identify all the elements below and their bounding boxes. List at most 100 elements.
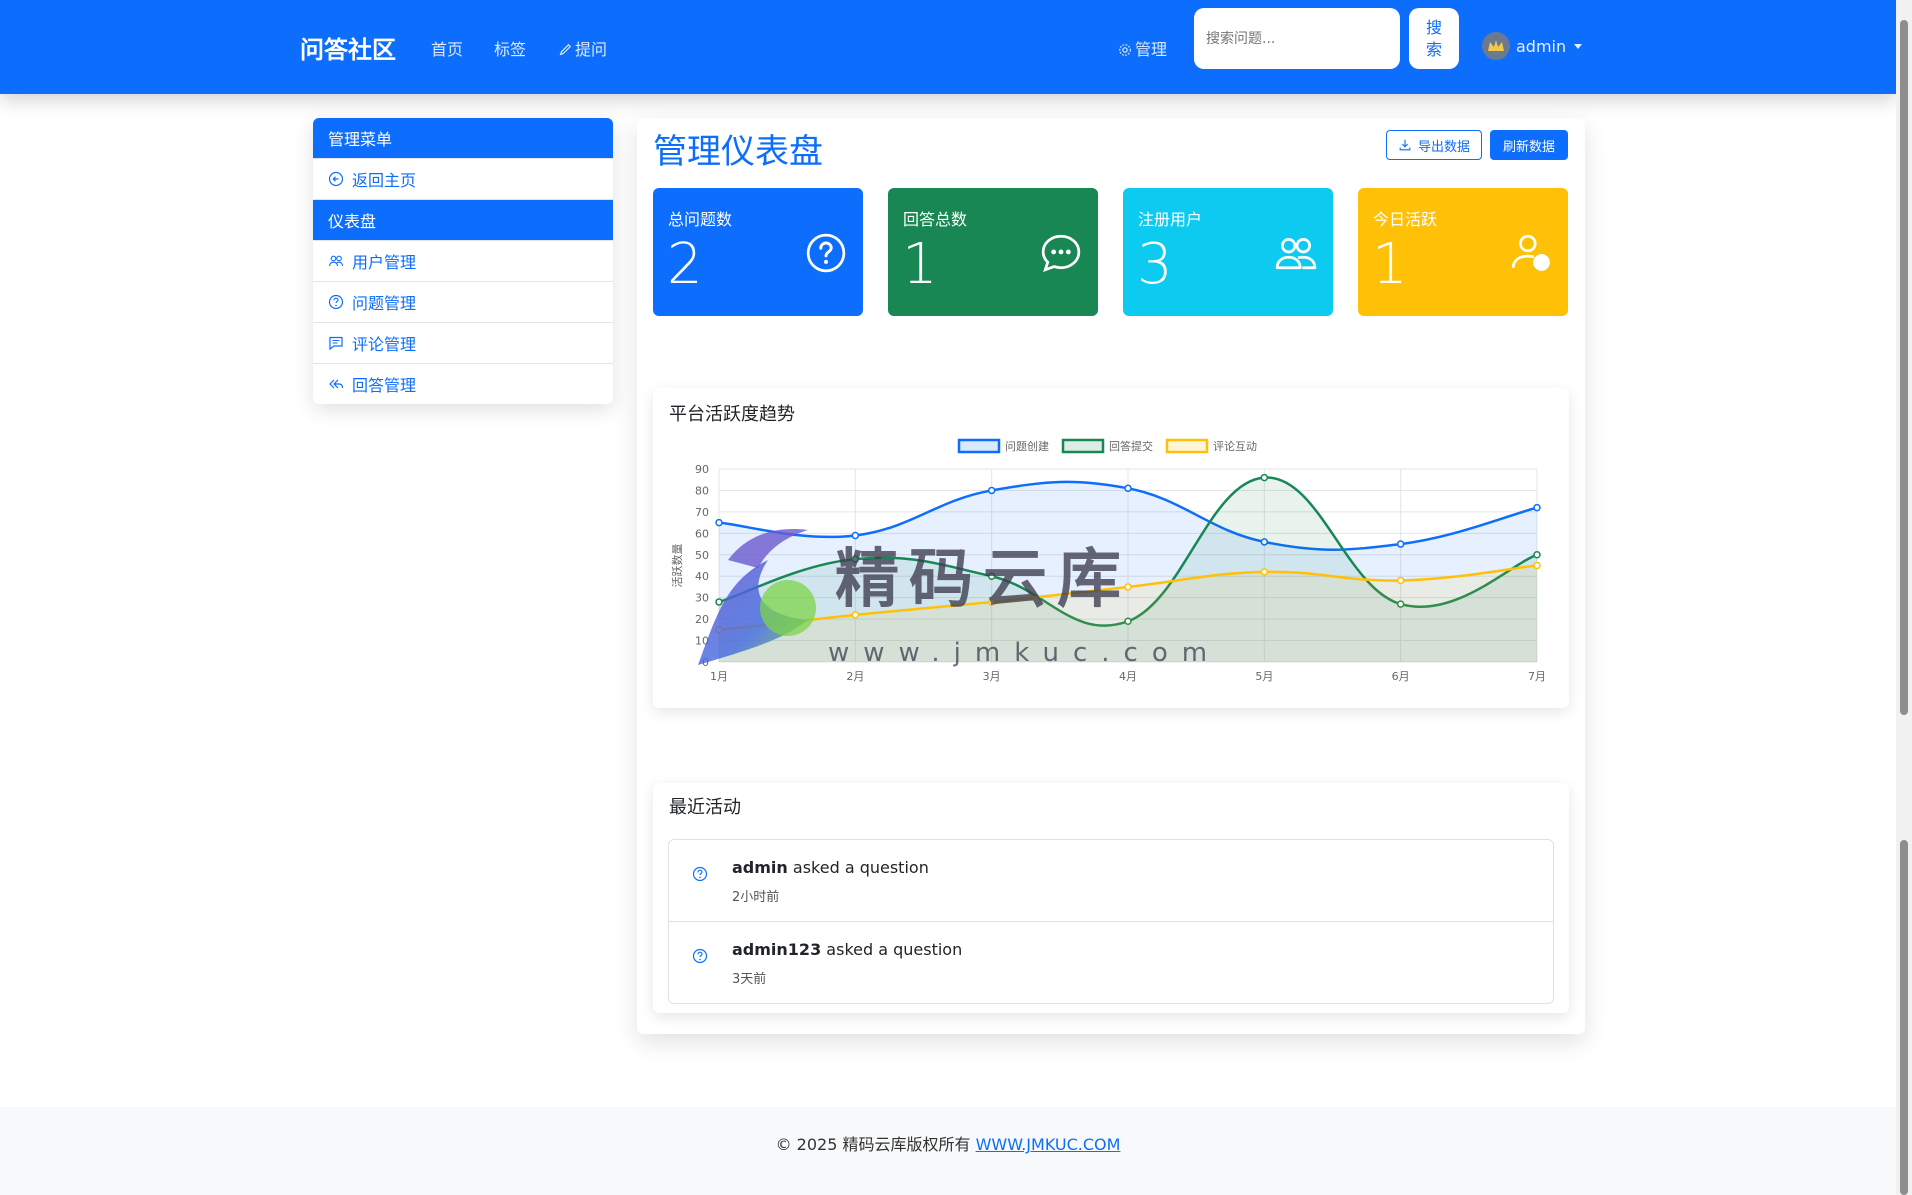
data-point (715, 598, 723, 606)
activity-text: admin asked a question (732, 858, 929, 877)
nav-tags[interactable]: 标签 (494, 36, 526, 60)
y-tick-label: 70 (695, 506, 709, 519)
legend-swatch (957, 438, 1001, 454)
legend-swatch (1061, 438, 1105, 454)
sidebar: 管理菜单 返回主页 仪表盘 用户管理 问题管理 评论管理 回答管理 (313, 118, 613, 404)
footer-copyright: © 2025 精码云库版权所有 (775, 1135, 971, 1154)
export-data-label: 导出数据 (1417, 139, 1470, 155)
export-data-button[interactable]: 导出数据 (1386, 130, 1482, 160)
sidebar-item-answers[interactable]: 回答管理 (313, 364, 613, 404)
activity-user[interactable]: admin123 (732, 940, 821, 959)
y-tick-label: 90 (695, 463, 709, 476)
reply-all-icon (329, 379, 344, 389)
footer-link[interactable]: WWW.JMKUC.COM (976, 1135, 1121, 1154)
y-tick-label: 0 (702, 656, 709, 669)
top-navbar: 问答社区 首页 标签 提问 管理 搜索 admin (0, 0, 1896, 94)
username: admin (1516, 36, 1567, 56)
x-tick-label: 2月 (846, 670, 864, 683)
avatar (1482, 32, 1510, 60)
activity-time: 3天前 (732, 972, 767, 987)
legend-label: 回答提交 (1109, 439, 1153, 453)
nav-home[interactable]: 首页 (431, 36, 463, 60)
sidebar-item-home[interactable]: 返回主页 (313, 159, 613, 200)
page-title: 管理仪表盘 (653, 132, 823, 172)
nav-ask-label: 提问 (575, 40, 608, 59)
sidebar-item-comments[interactable]: 评论管理 (313, 323, 613, 364)
sidebar-item-label: 仪表盘 (328, 212, 377, 231)
y-tick-label: 40 (695, 570, 709, 583)
data-point (1533, 503, 1541, 512)
gear-icon (1119, 44, 1131, 56)
nav-admin[interactable]: 管理 (1118, 36, 1167, 60)
stat-card-questions: 总问题数 2 (653, 188, 863, 316)
stat-value: 1 (902, 232, 938, 297)
data-point (715, 518, 723, 527)
stat-label: 今日活跃 (1373, 210, 1438, 229)
data-point (1396, 540, 1405, 548)
x-tick-label: 7月 (1528, 670, 1546, 683)
nav-ask[interactable]: 提问 (558, 36, 607, 60)
sidebar-item-dashboard[interactable]: 仪表盘 (313, 200, 613, 241)
recent-activity-title: 最近活动 (669, 797, 741, 818)
watermark-url: www.jmkuc.com (828, 638, 1222, 668)
stat-card-active-today: 今日活跃 1 (1358, 188, 1568, 316)
sidebar-item-label: 返回主页 (352, 171, 417, 190)
footer-text: © 2025 精码云库版权所有 WWW.JMKUC.COM (0, 1131, 1896, 1155)
list-item[interactable]: admin123 asked a question 3天前 (669, 922, 1553, 1003)
y-tick-label: 60 (695, 527, 709, 540)
activity-text: admin123 asked a question (732, 940, 962, 959)
activity-time: 2小时前 (732, 890, 780, 905)
question-circle-icon (806, 233, 846, 273)
scrollbar-thumb-lower[interactable] (1900, 840, 1908, 1195)
crown-icon (1488, 40, 1504, 51)
user-menu[interactable]: admin (1482, 32, 1583, 60)
recent-activity-card: 最近活动 admin asked a question 2小时前 admin12… (653, 783, 1569, 1013)
stat-value: 3 (1137, 232, 1173, 297)
refresh-data-button[interactable]: 刷新数据 (1490, 130, 1568, 160)
activity-action: asked a question (826, 940, 963, 959)
sidebar-item-users[interactable]: 用户管理 (313, 241, 613, 282)
nav-admin-label: 管理 (1135, 40, 1168, 59)
stat-card-users: 注册用户 3 (1123, 188, 1333, 316)
chat-square-icon (329, 336, 343, 351)
activity-user[interactable]: admin (732, 858, 788, 877)
y-tick-label: 10 (695, 635, 709, 648)
x-tick-label: 3月 (983, 670, 1001, 683)
brand-logo[interactable]: 问答社区 (300, 30, 396, 65)
y-tick-label: 80 (695, 484, 709, 497)
arrow-left-circle-icon (328, 171, 344, 187)
chevron-down-icon (1574, 43, 1583, 49)
question-circle-icon (692, 948, 708, 964)
watermark-title: 精码云库 (835, 542, 1131, 617)
data-point (987, 486, 996, 495)
scrollbar-thumb[interactable] (1900, 20, 1908, 715)
legend-label: 问题创建 (1005, 439, 1049, 453)
search-input[interactable] (1194, 8, 1400, 69)
people-icon (1275, 237, 1317, 270)
chat-dots-icon (1041, 234, 1081, 273)
sidebar-item-label: 用户管理 (352, 253, 417, 272)
person-check-icon (1511, 234, 1550, 271)
stat-card-answers: 回答总数 1 (888, 188, 1098, 316)
data-point (1260, 568, 1269, 576)
y-tick-label: 50 (695, 549, 709, 562)
search-button[interactable]: 搜索 (1409, 8, 1459, 69)
data-point (1533, 561, 1541, 570)
list-item[interactable]: admin asked a question 2小时前 (669, 840, 1553, 922)
x-tick-label: 1月 (710, 670, 728, 683)
x-tick-label: 6月 (1392, 670, 1410, 683)
sidebar-item-label: 回答管理 (352, 376, 417, 395)
sidebar-header: 管理菜单 (313, 118, 613, 159)
stat-value: 1 (1372, 232, 1408, 297)
stat-label: 总问题数 (668, 210, 733, 229)
question-circle-icon (328, 294, 344, 310)
legend-swatch (1165, 438, 1209, 454)
y-tick-label: 20 (695, 613, 709, 626)
data-point (1396, 576, 1405, 585)
sidebar-item-questions[interactable]: 问题管理 (313, 282, 613, 323)
people-icon (328, 255, 344, 267)
pencil-icon (559, 43, 572, 56)
data-point (1124, 484, 1132, 493)
stat-label: 注册用户 (1138, 210, 1203, 229)
question-circle-icon (692, 866, 708, 882)
